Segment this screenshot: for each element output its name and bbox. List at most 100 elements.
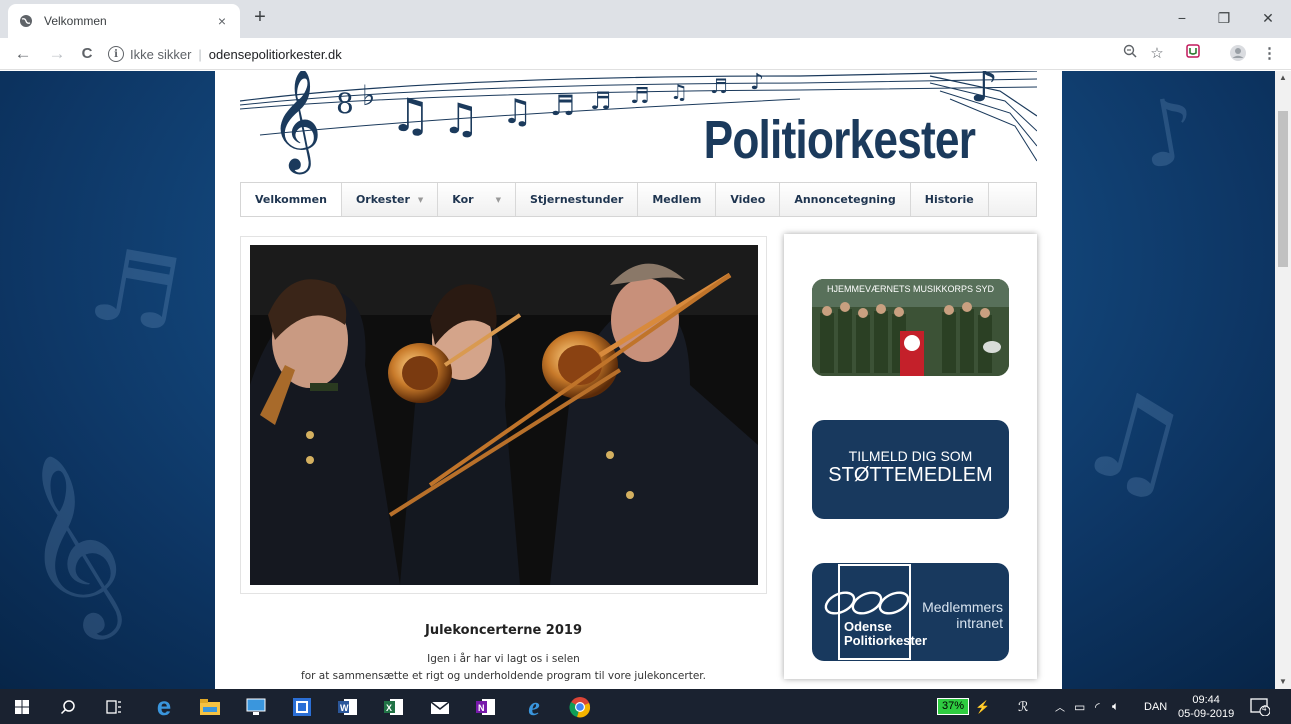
menu-item-orkester[interactable]: Orkester ▼	[342, 183, 439, 216]
page-viewport: 𝄞 ♫ ♪ ♬ 𝄞 8 ♭ ♫ ♫ ♫ ♬ ♬ ♬ ♫ ♬ ♪ ♪ Politi…	[0, 71, 1275, 689]
chevron-down-icon: ▼	[417, 195, 424, 204]
svg-text:W: W	[340, 703, 349, 713]
back-button[interactable]: ←	[12, 43, 34, 65]
svg-text:𝄞: 𝄞	[270, 71, 322, 175]
battery-indicator[interactable]: 37% ⚡	[937, 689, 990, 724]
profile-icon[interactable]	[1228, 44, 1248, 64]
bg-note-icon: ♪	[1131, 76, 1207, 191]
menu-item-video[interactable]: Video	[716, 183, 781, 216]
url-text[interactable]: odensepolitiorkester.dk	[209, 47, 342, 62]
tab-close-icon[interactable]: ×	[214, 13, 230, 29]
page-container: 𝄞 8 ♭ ♫ ♫ ♫ ♬ ♬ ♬ ♫ ♬ ♪ ♪ Politiorkester	[215, 71, 1062, 689]
battery-percent: 37%	[937, 698, 970, 715]
article-line: Igen i år har vi lagt os i selen	[427, 653, 580, 665]
bg-clef-icon: 𝄞	[0, 440, 144, 649]
menu-item-kor[interactable]: Kor ▼	[438, 183, 516, 216]
remote-desktop-icon[interactable]	[238, 689, 274, 724]
article-title: Julekoncerterne 2019	[424, 623, 582, 638]
language-indicator[interactable]: DAN	[1144, 689, 1167, 724]
network-icon[interactable]: ▭	[1074, 689, 1085, 724]
svg-text:♪: ♪	[750, 71, 764, 95]
tab-title: Velkommen	[44, 14, 107, 28]
task-view-icon[interactable]	[96, 689, 132, 724]
forward-button[interactable]: →	[46, 43, 68, 65]
logo-text-odense: Odense	[844, 619, 892, 634]
article-line: for at sammensætte et rigt og underholde…	[301, 670, 706, 682]
new-tab-button[interactable]: +	[250, 7, 270, 28]
menu-label: Stjernestunder	[529, 193, 624, 206]
svg-text:N: N	[478, 703, 485, 713]
security-label: Ikke sikker	[130, 46, 192, 62]
menu-item-velkommen[interactable]: Velkommen	[241, 183, 342, 216]
svg-text:♬: ♬	[590, 87, 612, 115]
onenote-icon[interactable]: N	[468, 689, 504, 724]
scroll-up-icon[interactable]: ▲	[1275, 71, 1291, 85]
star-icon[interactable]: ☆	[1147, 44, 1167, 64]
people-icon[interactable]: ℛ	[1018, 689, 1028, 724]
menu-label: Historie	[924, 193, 974, 206]
excel-icon[interactable]: X	[376, 689, 412, 724]
browser-toolbar: ← → C i Ikke sikker | odensepolitiorkest…	[0, 38, 1291, 70]
tab-strip: Velkommen × + − ❐ ✕	[0, 0, 1291, 38]
clock-date: 05-09-2019	[1178, 707, 1235, 720]
intranet-label-line2: intranet	[956, 615, 1003, 631]
svg-text:♫: ♫	[502, 92, 532, 132]
wifi-icon[interactable]: ◜	[1095, 689, 1100, 724]
banner-intranet[interactable]: Odense Politiorkester Medlemmers intrane…	[812, 563, 1009, 661]
svg-text:♫: ♫	[442, 94, 480, 143]
address-bar[interactable]: i Ikke sikker | odensepolitiorkester.dk	[108, 42, 1148, 66]
chevron-up-icon[interactable]: ︿	[1055, 689, 1065, 724]
volume-icon[interactable]: 🔈︎	[1112, 689, 1119, 724]
internet-explorer-icon[interactable]: e	[516, 689, 552, 724]
site-header[interactable]: 𝄞 8 ♭ ♫ ♫ ♫ ♬ ♬ ♬ ♫ ♬ ♪ ♪ Politiorkester	[240, 71, 1037, 179]
banner-stottemedlem[interactable]: TILMELD DIG SOM STØTTEMEDLEM	[812, 420, 1009, 519]
edge-icon[interactable]: e	[146, 689, 182, 724]
banner-stotte-line1: TILMELD DIG SOM	[848, 448, 973, 464]
restore-button[interactable]: ❐	[1209, 6, 1239, 30]
notification-count: 4	[1262, 704, 1267, 713]
menu-label: Velkommen	[255, 193, 327, 206]
reload-button[interactable]: C	[76, 43, 98, 65]
search-icon[interactable]	[50, 689, 86, 724]
menu-label: Orkester	[355, 193, 410, 206]
scroll-down-icon[interactable]: ▼	[1275, 675, 1291, 689]
word-icon[interactable]: W	[330, 689, 366, 724]
close-window-button[interactable]: ✕	[1253, 6, 1283, 30]
bg-note-icon: ♬	[80, 224, 190, 355]
svg-text:♭: ♭	[362, 79, 375, 112]
orchestra-photo	[250, 245, 758, 585]
windows-taskbar: e W X N e 37% ⚡ ℛ ︿ ▭ ◜ 🔈︎ DAN 09:44 05-…	[0, 689, 1291, 724]
svg-text:♪: ♪	[970, 71, 998, 112]
omnibox-separator: |	[198, 46, 202, 62]
menu-icon[interactable]: ⋮	[1262, 44, 1277, 64]
minimize-button[interactable]: −	[1167, 6, 1197, 30]
notification-center-icon[interactable]: 4	[1250, 689, 1270, 724]
menu-item-medlem[interactable]: Medlem	[638, 183, 717, 216]
chevron-down-icon: ▼	[495, 195, 501, 204]
content-box	[240, 236, 767, 594]
vertical-scrollbar[interactable]: ▲ ▼	[1275, 71, 1291, 689]
intranet-label-line1: Medlemmers	[922, 599, 1003, 615]
logo-text-politiorkester: Politiorkester	[844, 633, 928, 648]
svg-text:♬: ♬	[550, 89, 575, 122]
scroll-thumb[interactable]	[1278, 111, 1288, 267]
chrome-icon[interactable]	[562, 689, 598, 724]
svg-text:♬: ♬	[630, 84, 650, 109]
app-icon[interactable]	[284, 689, 320, 724]
windows-start-icon[interactable]	[4, 689, 40, 724]
browser-tab[interactable]: Velkommen ×	[8, 4, 240, 38]
info-icon[interactable]: i	[108, 46, 124, 62]
menu-item-annoncetegning[interactable]: Annoncetegning	[780, 183, 911, 216]
extension-icon[interactable]	[1183, 44, 1203, 64]
clock[interactable]: 09:44 05-09-2019	[1178, 689, 1234, 724]
svg-text:8: 8	[336, 87, 354, 120]
menu-item-historie[interactable]: Historie	[911, 183, 989, 216]
svg-text:X: X	[386, 703, 392, 713]
menu-item-stjernestunder[interactable]: Stjernestunder	[516, 183, 639, 216]
mail-icon[interactable]	[422, 689, 458, 724]
file-explorer-icon[interactable]	[192, 689, 228, 724]
clock-time: 09:44	[1192, 693, 1220, 706]
zoom-icon[interactable]	[1120, 44, 1140, 64]
banner-hjemmevaernet[interactable]: HJEMMEVÆRNETS MUSIKKORPS SYD	[812, 279, 1009, 376]
sidebar: HJEMMEVÆRNETS MUSIKKORPS SYD TILMELD DIG…	[784, 234, 1037, 679]
